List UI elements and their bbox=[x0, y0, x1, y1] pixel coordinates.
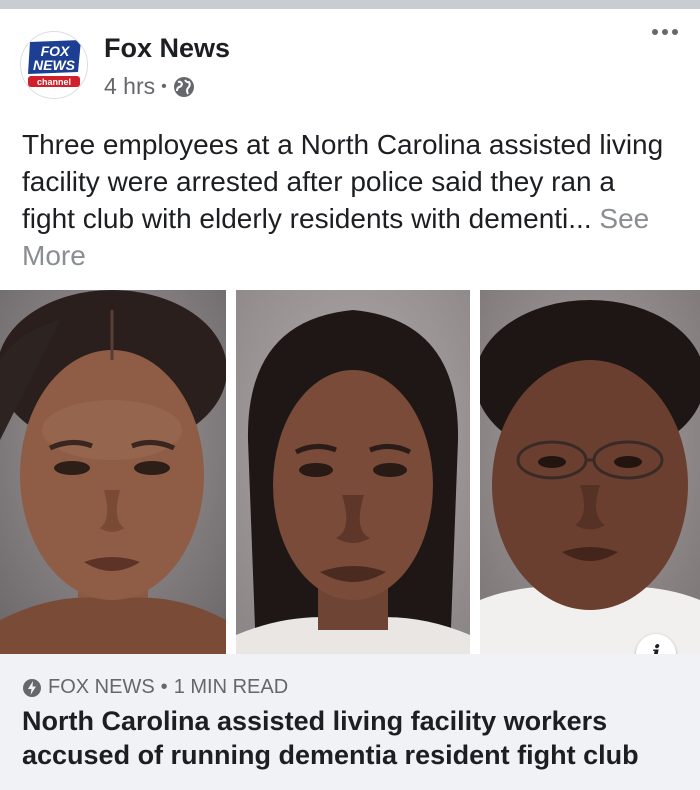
page-avatar[interactable]: FOX NEWS channel bbox=[20, 31, 88, 99]
read-time: 1 MIN READ bbox=[173, 676, 289, 698]
svg-text:channel: channel bbox=[37, 77, 71, 87]
link-source: FOX NEWS • 1 MIN READ bbox=[22, 676, 288, 699]
top-divider bbox=[0, 0, 700, 9]
post-body: Three employees at a North Carolina assi… bbox=[22, 129, 664, 234]
lightning-icon bbox=[23, 678, 41, 697]
post-time[interactable]: 4 hrs bbox=[104, 73, 155, 100]
page-name[interactable]: Fox News bbox=[104, 33, 230, 64]
more-options-button[interactable] bbox=[652, 29, 678, 35]
photo-collage[interactable] bbox=[0, 290, 700, 654]
source-name: FOX NEWS bbox=[48, 676, 155, 698]
fox-news-logo: FOX NEWS channel bbox=[21, 32, 87, 98]
more-dot bbox=[672, 29, 678, 35]
article-headline[interactable]: North Carolina assisted living facility … bbox=[22, 704, 682, 772]
mugshot-photo-2[interactable] bbox=[236, 290, 470, 654]
post-header: FOX NEWS channel Fox News 4 hrs • bbox=[0, 9, 700, 119]
mugshot-photo-1[interactable] bbox=[0, 290, 226, 654]
more-dot bbox=[652, 29, 658, 35]
meta-separator: • bbox=[161, 77, 167, 95]
svg-text:NEWS: NEWS bbox=[33, 57, 76, 73]
post-meta: 4 hrs • bbox=[104, 73, 195, 100]
globe-icon bbox=[173, 76, 194, 97]
more-dot bbox=[662, 29, 668, 35]
source-separator: • bbox=[160, 676, 168, 698]
mugshot-photo-3[interactable] bbox=[480, 290, 700, 654]
link-preview[interactable]: FOX NEWS • 1 MIN READ North Carolina ass… bbox=[0, 654, 700, 790]
post-text: Three employees at a North Carolina assi… bbox=[22, 126, 672, 274]
